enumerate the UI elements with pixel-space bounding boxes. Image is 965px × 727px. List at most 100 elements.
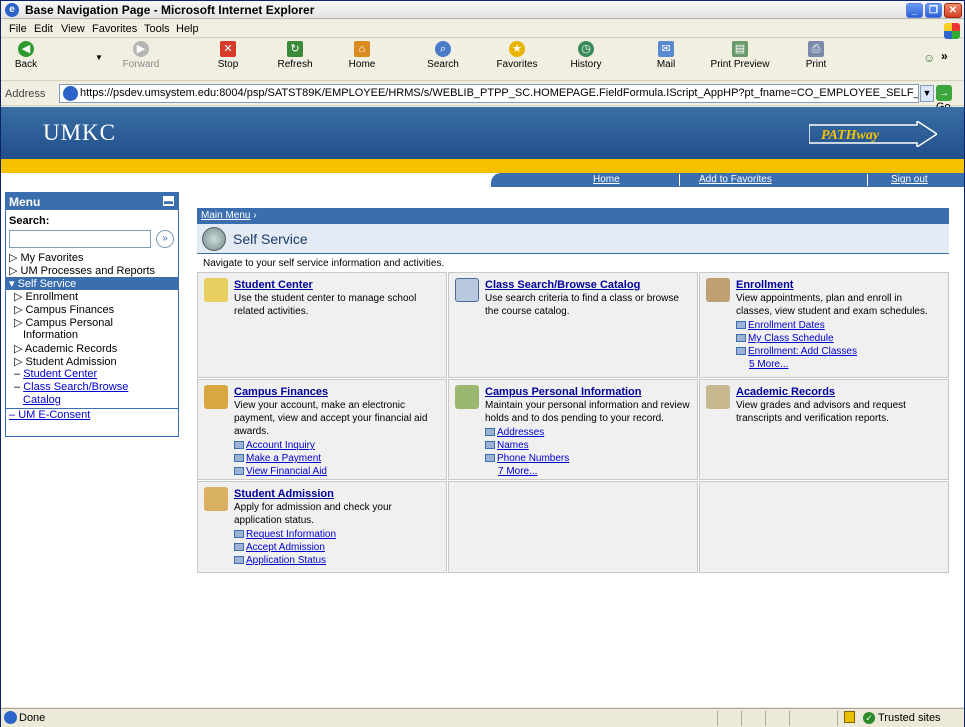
- addresses-link[interactable]: Addresses: [485, 426, 569, 439]
- refresh-label: Refresh: [277, 59, 313, 70]
- view-financial-aid-link[interactable]: View Financial Aid: [234, 465, 327, 478]
- class-search-icon: [455, 278, 479, 302]
- campus-finances-desc: View your account, make an electronic pay…: [234, 400, 428, 437]
- nav-add-favorites-link[interactable]: Add to Favorites: [699, 174, 772, 185]
- status-text: Done: [19, 712, 46, 724]
- sidebar-item-class-search-cont[interactable]: Catalog: [23, 394, 61, 406]
- back-dropdown-icon[interactable]: ▼: [95, 53, 103, 62]
- page-icon: [63, 86, 78, 101]
- enrollment-link[interactable]: Enrollment: [736, 279, 793, 291]
- menu-edit[interactable]: Edit: [34, 23, 53, 35]
- application-status-link[interactable]: Application Status: [234, 554, 336, 567]
- campus-personal-link[interactable]: Campus Personal Information: [485, 386, 641, 398]
- sidebar-item-um-processes[interactable]: ▷ UM Processes and Reports: [9, 264, 155, 277]
- nav-divider: [679, 174, 680, 186]
- mail-button[interactable]: ✉ Mail: [649, 41, 683, 70]
- sidebar-item-enrollment[interactable]: ▷ Enrollment: [14, 290, 78, 303]
- student-admission-link[interactable]: Student Admission: [234, 488, 334, 500]
- print-preview-button[interactable]: ▤ Print Preview: [706, 41, 774, 70]
- printer-icon: ⎙: [808, 41, 824, 57]
- menu-help[interactable]: Help: [176, 23, 199, 35]
- messenger-icon[interactable]: ☺: [923, 51, 935, 65]
- stop-button[interactable]: ✕ Stop: [211, 41, 245, 70]
- refresh-button[interactable]: ↻ Refresh: [273, 41, 317, 70]
- menu-favorites[interactable]: Favorites: [92, 23, 137, 35]
- empty-panel: [699, 481, 949, 573]
- stop-label: Stop: [217, 59, 239, 70]
- browser-window: e Base Navigation Page - Microsoft Inter…: [0, 0, 965, 727]
- sidebar-item-self-service[interactable]: ▾ Self Service: [6, 277, 178, 290]
- make-payment-link[interactable]: Make a Payment: [234, 452, 327, 465]
- campus-finances-link[interactable]: Campus Finances: [234, 386, 328, 398]
- menu-file[interactable]: File: [9, 23, 27, 35]
- names-link[interactable]: Names: [485, 439, 569, 452]
- sidebar-item-student-admission[interactable]: ▷ Student Admission: [14, 355, 117, 368]
- enrollment-add-classes-link[interactable]: Enrollment: Add Classes: [736, 345, 857, 358]
- umkc-logo: UMKC: [43, 120, 117, 145]
- list-icon: [485, 454, 495, 462]
- minimize-button[interactable]: _: [906, 3, 923, 18]
- home-button[interactable]: ⌂ Home: [345, 41, 379, 70]
- menu-view[interactable]: View: [61, 23, 85, 35]
- ie-status-icon: [4, 711, 17, 724]
- academic-records-link[interactable]: Academic Records: [736, 386, 835, 398]
- class-search-panel: Class Search/Browse Catalog Use search c…: [448, 272, 698, 378]
- print-button[interactable]: ⎙ Print: [801, 41, 831, 70]
- list-icon: [234, 467, 244, 475]
- account-inquiry-link[interactable]: Account Inquiry: [234, 439, 327, 452]
- address-dropdown-icon[interactable]: ▼: [920, 85, 934, 102]
- search-go-icon[interactable]: »: [156, 230, 174, 248]
- enrollment-icon: [706, 278, 730, 302]
- sidebar-item-campus-finances[interactable]: ▷ Campus Finances: [14, 303, 114, 316]
- campus-finances-links: Account Inquiry Make a Payment View Fina…: [234, 439, 327, 478]
- history-button[interactable]: ◷ History: [563, 41, 609, 70]
- student-admission-links: Request Information Accept Admission App…: [234, 528, 336, 567]
- phone-numbers-link[interactable]: Phone Numbers: [485, 452, 569, 465]
- enrollment-dates-link[interactable]: Enrollment Dates: [736, 319, 857, 332]
- accept-admission-link[interactable]: Accept Admission: [234, 541, 336, 554]
- maximize-button[interactable]: ❐: [925, 3, 942, 18]
- breadcrumb-main-menu[interactable]: Main Menu: [201, 210, 250, 221]
- page-title: Self Service: [233, 231, 308, 247]
- list-icon: [485, 441, 495, 449]
- security-zone: ✓ Trusted sites: [863, 712, 941, 724]
- sidebar-item-um-econsent[interactable]: – UM E-Consent: [6, 408, 178, 421]
- forward-button[interactable]: ▶ Forward: [119, 41, 163, 70]
- address-input[interactable]: https://psdev.umsystem.edu:8004/psp/SATS…: [59, 84, 919, 103]
- menu-search-input[interactable]: [9, 230, 151, 248]
- sidebar-menu: Menu ▬ Search: » ▷ My Favorites ▷ UM Pro…: [5, 192, 179, 437]
- menu-title: Menu: [9, 195, 41, 209]
- my-class-schedule-link[interactable]: My Class Schedule: [736, 332, 857, 345]
- nav-home-link[interactable]: Home: [593, 174, 620, 185]
- status-divider: [789, 711, 790, 726]
- status-divider: [765, 711, 766, 726]
- sidebar-item-academic-records[interactable]: ▷ Academic Records: [14, 342, 117, 355]
- nav-sign-out-link[interactable]: Sign out: [891, 174, 928, 185]
- academic-records-icon: [706, 385, 730, 409]
- favorites-button[interactable]: ★ Favorites: [491, 41, 543, 70]
- collapse-menu-icon[interactable]: ▬: [163, 196, 174, 206]
- sidebar-item-student-center[interactable]: – Student Center: [14, 368, 97, 380]
- search-button[interactable]: ⌕ Search: [421, 41, 465, 70]
- page-title-row: Self Service: [197, 224, 949, 254]
- star-icon: ★: [509, 41, 525, 57]
- toolbar-overflow-icon[interactable]: »: [941, 49, 948, 63]
- forward-arrow-icon: ▶: [133, 41, 149, 57]
- campus-personal-more-link[interactable]: 7 More...: [485, 465, 569, 478]
- sidebar-item-campus-personal[interactable]: ▷ Campus Personal: [14, 316, 113, 329]
- close-button[interactable]: ✕: [944, 3, 962, 18]
- back-button[interactable]: ◀ Back: [9, 41, 43, 70]
- back-arrow-icon: ◀: [18, 41, 34, 57]
- toolbar: ◀ Back ▼ ▶ Forward ✕ Stop ↻ Refresh ⌂ Ho…: [1, 39, 964, 81]
- enrollment-more-link[interactable]: 5 More...: [736, 358, 857, 371]
- student-center-link[interactable]: Student Center: [234, 279, 313, 291]
- menu-tools[interactable]: Tools: [144, 23, 170, 35]
- campus-finances-icon: [204, 385, 228, 409]
- sidebar-item-campus-personal-cont[interactable]: Information: [23, 329, 78, 341]
- class-search-link[interactable]: Class Search/Browse Catalog: [485, 279, 640, 291]
- sidebar-item-class-search[interactable]: – Class Search/Browse: [14, 381, 128, 393]
- list-icon: [736, 321, 746, 329]
- request-information-link[interactable]: Request Information: [234, 528, 336, 541]
- sidebar-item-my-favorites[interactable]: ▷ My Favorites: [9, 251, 83, 264]
- campus-personal-desc: Maintain your personal information and r…: [485, 400, 690, 424]
